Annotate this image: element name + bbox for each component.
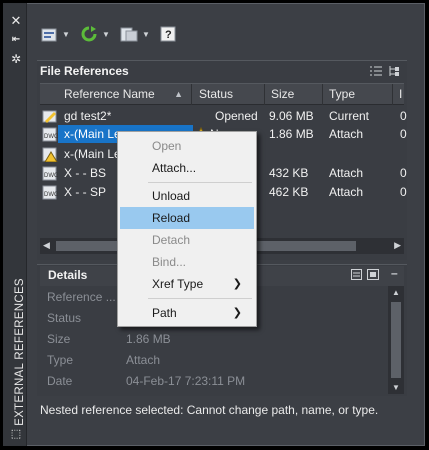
scrollbar-thumb[interactable]	[391, 302, 401, 378]
svg-text:DWG: DWG	[44, 134, 58, 140]
file-references-title: File References	[40, 64, 129, 78]
svg-text:DWG: DWG	[44, 192, 58, 198]
dwg-pencil-icon	[42, 110, 57, 123]
column-status[interactable]: Status	[192, 84, 265, 105]
menu-item-label: Xref Type	[152, 277, 204, 291]
refresh-icon	[81, 26, 97, 42]
chevron-down-icon[interactable]: ▼	[62, 30, 70, 39]
dwg-file-icon: DWG	[42, 185, 58, 200]
scroll-right-icon[interactable]: ▶	[394, 240, 401, 251]
warning-file-icon	[42, 147, 58, 162]
list-view-icon[interactable]	[370, 66, 382, 76]
reference-size: 9.06 MB	[269, 109, 314, 123]
reference-type: Attach	[329, 166, 364, 180]
details-view-icon[interactable]	[351, 269, 362, 280]
scroll-up-icon[interactable]: ▲	[392, 288, 400, 297]
status-message: Nested reference selected: Cannot change…	[40, 403, 379, 417]
reference-name: x-(Main Le	[64, 147, 121, 161]
help-icon: ?	[160, 26, 176, 42]
scroll-down-icon[interactable]: ▼	[392, 383, 400, 392]
resize-grip-icon[interactable]: ⬚	[9, 427, 23, 441]
reference-extra: 0	[400, 127, 407, 141]
properties-icon[interactable]: ✲	[9, 52, 23, 66]
tree-view-icon[interactable]	[388, 65, 400, 77]
reference-type: Current	[329, 109, 370, 123]
column-type[interactable]: Type	[323, 84, 393, 105]
menu-item-path[interactable]: Path ❯	[120, 302, 254, 324]
reference-name: gd test2*	[64, 109, 112, 123]
column-reference-name[interactable]: Reference Name ▲	[40, 84, 192, 105]
detail-label: Type	[47, 353, 74, 367]
close-icon[interactable]: ✕	[9, 14, 23, 28]
reference-size: 462 KB	[269, 185, 309, 199]
autohide-icon[interactable]: ⇤	[9, 33, 23, 47]
detail-label: Date	[47, 374, 73, 388]
change-path-icon	[120, 27, 138, 42]
menu-item-label: Path	[152, 306, 177, 320]
references-table-header: Reference Name ▲ Status Size Type I	[40, 83, 404, 105]
collapse-icon[interactable]: –	[391, 266, 398, 280]
submenu-arrow-icon: ❯	[232, 278, 242, 290]
menu-item-reload[interactable]: Reload	[120, 207, 254, 229]
palette-side-strip: ✕ ⇤ ✲ EXTERNAL REFERENCES ⬚	[3, 3, 27, 446]
reference-name: X - - BS	[64, 166, 107, 180]
menu-item-xref-type[interactable]: Xref Type ❯	[120, 273, 254, 295]
menu-separator	[148, 298, 252, 299]
chevron-down-icon[interactable]: ▼	[142, 30, 150, 39]
column-label: Reference Name	[64, 87, 155, 101]
column-size[interactable]: Size	[265, 84, 323, 105]
detail-label: Reference ...	[47, 290, 116, 304]
detail-value: Attach	[126, 353, 161, 367]
svg-text:?: ?	[165, 29, 172, 41]
reference-size: 432 KB	[269, 166, 309, 180]
menu-separator	[148, 182, 252, 183]
menu-item-attach[interactable]: Attach...	[120, 157, 254, 179]
chevron-down-icon[interactable]: ▼	[102, 30, 110, 39]
attach-dwg-button[interactable]: ▼	[40, 22, 70, 46]
details-vertical-scrollbar[interactable]: ▲ ▼	[388, 286, 404, 394]
menu-item-unload[interactable]: Unload	[120, 185, 254, 207]
menu-item-open[interactable]: Open	[120, 135, 254, 157]
reference-extra: 0	[400, 109, 407, 123]
reference-type: Attach	[329, 127, 364, 141]
detail-value: 1.86 MB	[126, 332, 171, 346]
reference-extra: 0	[400, 185, 407, 199]
detail-value: 04-Feb-17 7:23:11 PM	[126, 374, 246, 388]
scroll-left-icon[interactable]: ◀	[43, 240, 50, 251]
dwg-file-icon: DWG	[42, 166, 58, 181]
column-extra[interactable]: I	[393, 84, 404, 105]
change-path-button[interactable]: ▼	[120, 22, 150, 46]
palette-title: EXTERNAL REFERENCES	[14, 278, 26, 426]
sort-arrow-icon: ▲	[174, 89, 183, 99]
detail-label: Status	[47, 311, 82, 325]
svg-text:DWG: DWG	[44, 173, 58, 179]
reference-status: Opened	[215, 109, 258, 123]
details-title: Details	[48, 268, 88, 282]
refresh-button[interactable]: ▼	[80, 22, 110, 46]
help-button[interactable]: ?	[160, 22, 176, 46]
reference-extra: 0	[400, 166, 407, 180]
attach-dwg-icon	[41, 28, 57, 42]
menu-item-detach[interactable]: Detach	[120, 229, 254, 251]
preview-view-icon[interactable]	[367, 269, 379, 280]
reference-size: 1.86 MB	[269, 127, 314, 141]
context-menu: Open Attach... Unload Reload Detach Bind…	[117, 131, 257, 327]
dwg-file-icon: DWG	[42, 127, 58, 142]
submenu-arrow-icon: ❯	[232, 307, 242, 319]
reference-type: Attach	[329, 185, 364, 199]
reference-name: X - - SP	[64, 185, 107, 199]
detail-label: Size	[47, 332, 71, 346]
table-row[interactable]: gd test2* Opened 9.06 MB Current 0	[40, 107, 407, 125]
menu-item-bind[interactable]: Bind...	[120, 251, 254, 273]
